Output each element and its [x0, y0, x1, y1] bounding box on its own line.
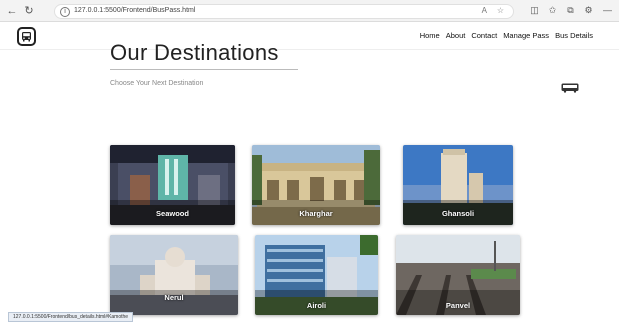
- destination-card-seawood[interactable]: Seawood: [110, 145, 235, 225]
- destination-card-panvel[interactable]: Panvel: [396, 235, 520, 315]
- split-screen-icon[interactable]: ◫: [528, 4, 541, 17]
- refresh-icon[interactable]: ↻: [22, 4, 36, 18]
- destination-card-ghansoli[interactable]: Ghansoli: [403, 145, 513, 225]
- destination-card-airoli[interactable]: Airoli: [255, 235, 378, 315]
- info-icon[interactable]: i: [60, 7, 70, 17]
- destination-label: Nerul: [164, 293, 184, 302]
- nav-home[interactable]: Home: [420, 31, 440, 40]
- destination-label: Airoli: [306, 301, 327, 310]
- nav-contact[interactable]: Contact: [471, 31, 497, 40]
- section-title: Our Destinations: [110, 40, 279, 65]
- bus-icon: [561, 83, 579, 93]
- destination-label: Panvel: [445, 301, 471, 310]
- main-nav: Home About Contact Manage Pass Bus Detai…: [420, 31, 593, 40]
- nav-bus-details[interactable]: Bus Details: [555, 31, 593, 40]
- destination-card-kharghar[interactable]: Kharghar: [252, 145, 380, 225]
- destination-label: Ghansoli: [441, 209, 475, 218]
- favorites-bar-icon[interactable]: ✩: [546, 4, 559, 17]
- nerul-image: [110, 235, 238, 315]
- extensions-icon[interactable]: ⚙: [582, 4, 595, 17]
- address-bar[interactable]: i 127.0.0.1:5500/Frontend/BusPass.html A…: [54, 4, 514, 19]
- back-icon[interactable]: ←: [5, 4, 19, 18]
- read-aloud-icon[interactable]: A: [482, 6, 487, 15]
- favorite-icon[interactable]: ☆: [497, 6, 504, 15]
- destination-card-nerul[interactable]: Nerul: [110, 235, 238, 315]
- status-bar-url: 127.0.0.1:5500/Frontend/bus_details.html…: [8, 312, 134, 322]
- browser-toolbar: ← ↻ i 127.0.0.1:5500/Frontend/BusPass.ht…: [0, 0, 619, 22]
- destination-label: Kharghar: [299, 209, 333, 218]
- nav-manage-pass[interactable]: Manage Pass: [503, 31, 549, 40]
- site-header: Home About Contact Manage Pass Bus Detai…: [0, 22, 619, 50]
- section-subtitle: Choose Your Next Destination: [110, 80, 204, 87]
- url-text[interactable]: 127.0.0.1:5500/Frontend/BusPass.html: [74, 7, 195, 14]
- bus-logo-icon[interactable]: [17, 27, 36, 46]
- destination-label: Seawood: [156, 209, 189, 218]
- title-underline: [110, 69, 298, 70]
- nav-about[interactable]: About: [446, 31, 466, 40]
- collections-icon[interactable]: ⧉: [564, 4, 577, 17]
- minimize-icon[interactable]: —: [601, 4, 614, 17]
